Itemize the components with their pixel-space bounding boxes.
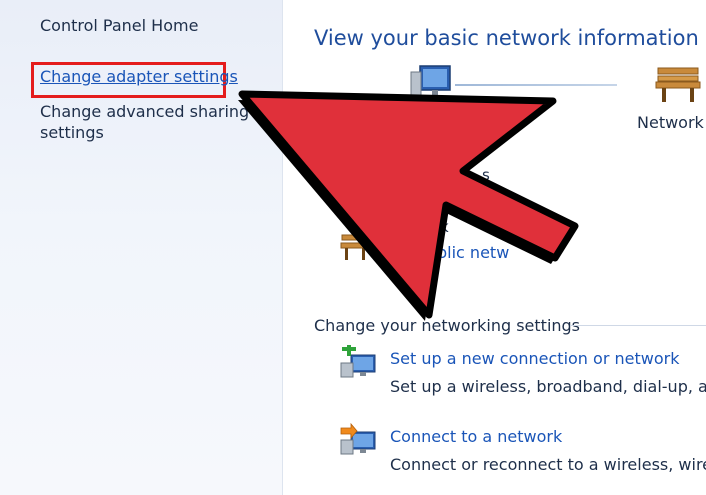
annotation-arrow-icon bbox=[238, 90, 579, 321]
